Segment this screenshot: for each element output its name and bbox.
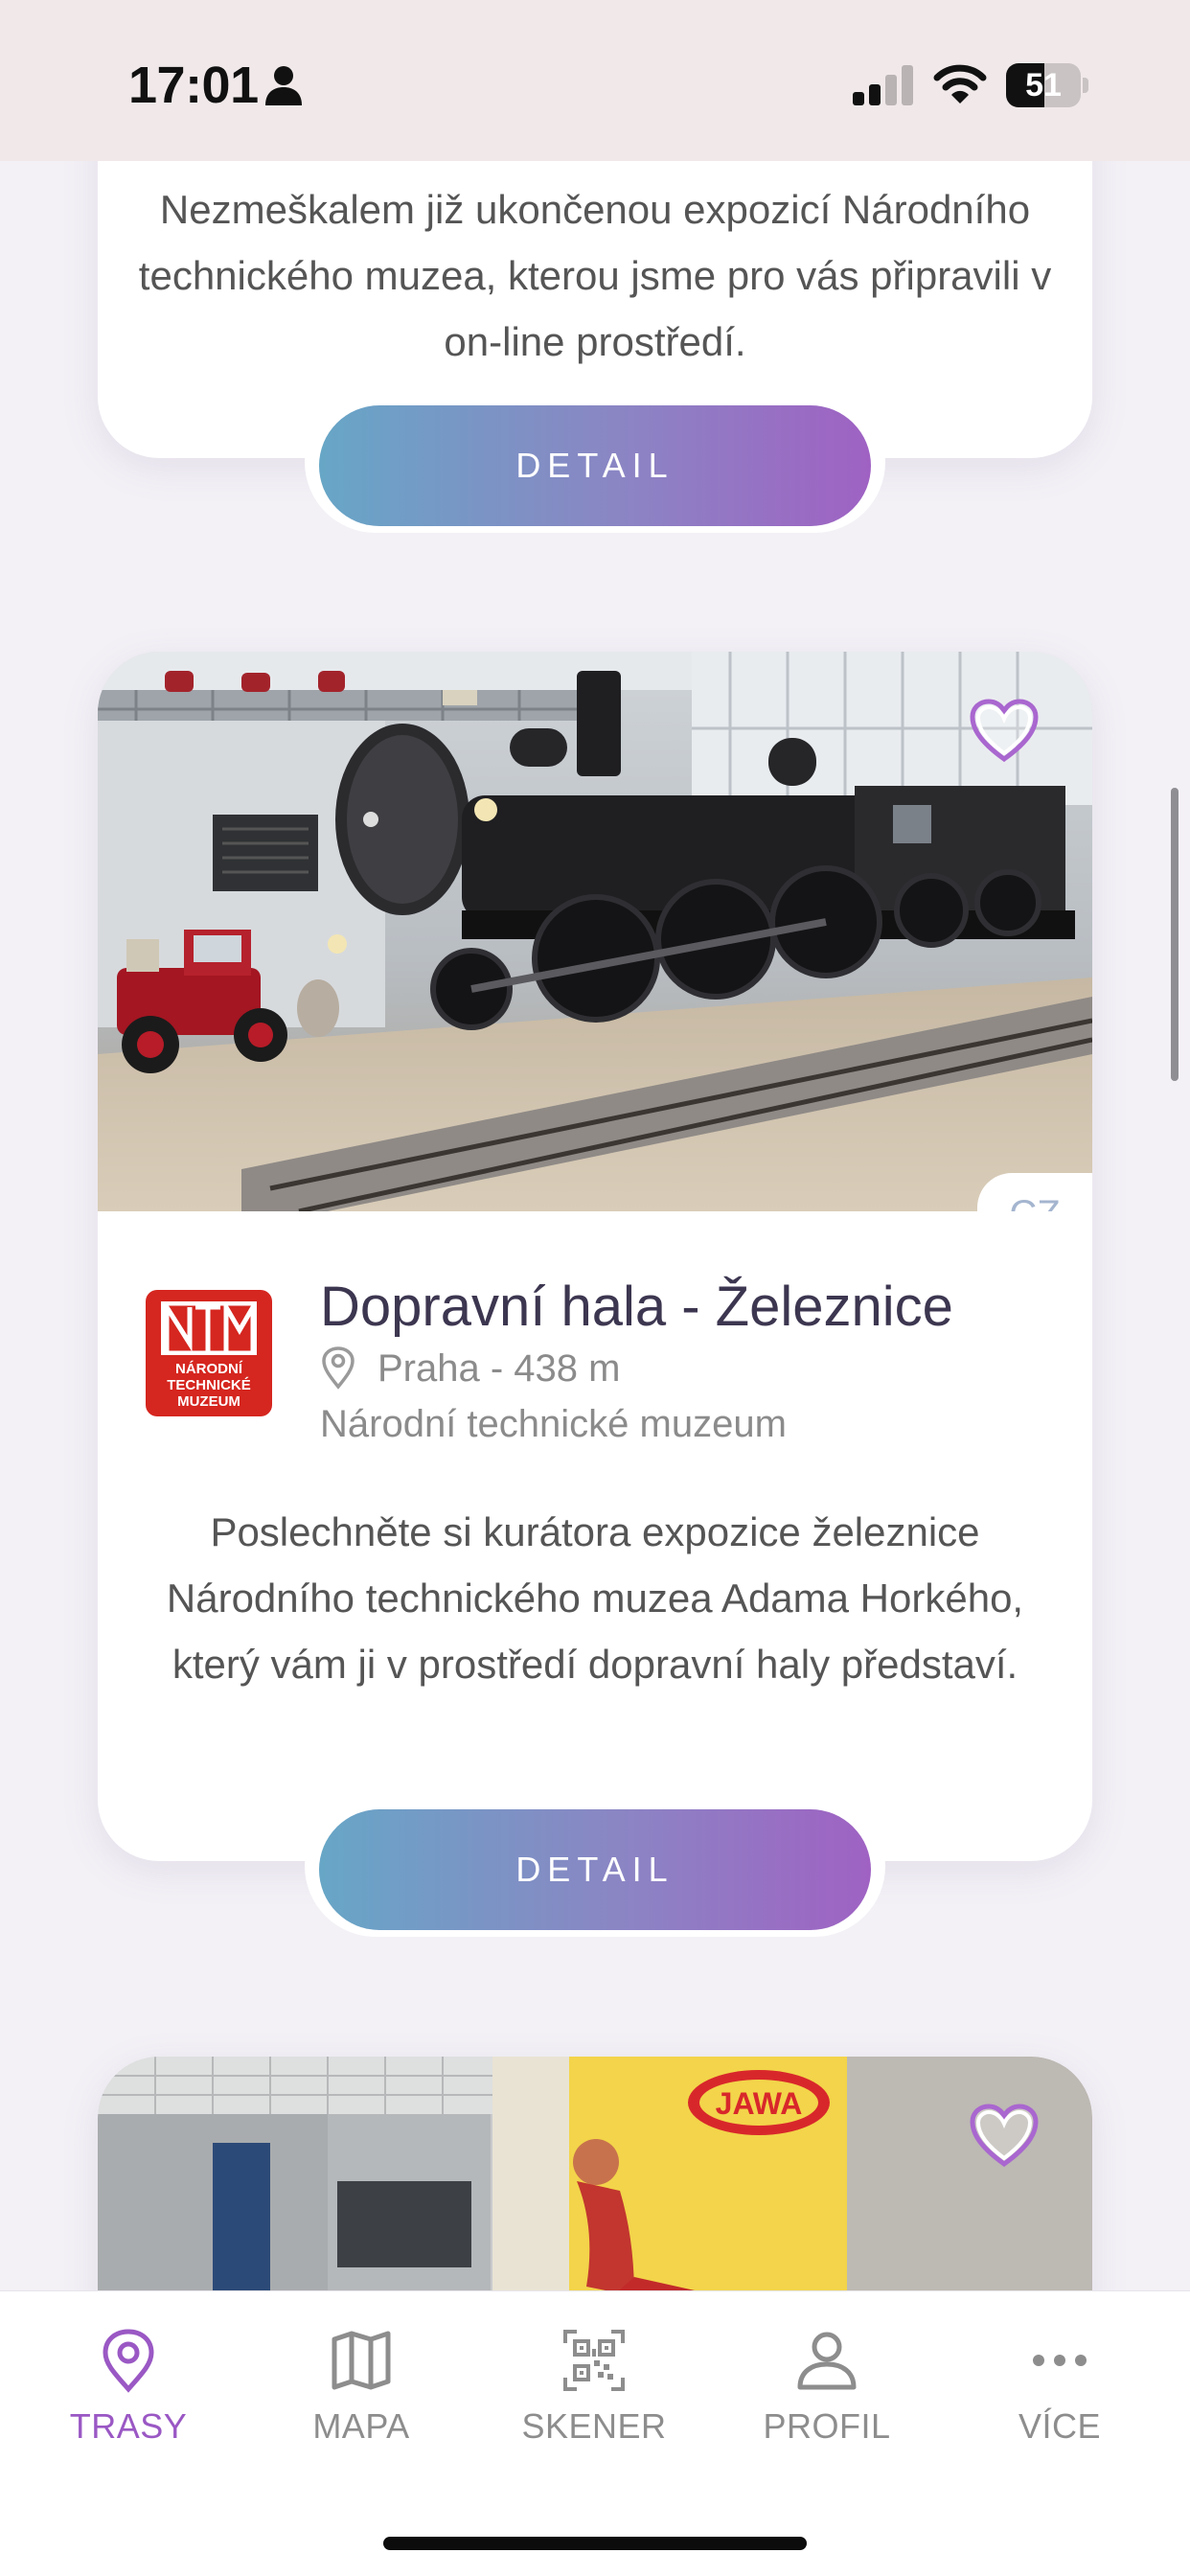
- tab-profil[interactable]: PROFIL: [721, 2326, 932, 2470]
- status-bar: 17:01 51: [0, 0, 1190, 161]
- museum-logo: NÁRODNÍ TECHNICKÉ MUZEUM: [146, 1290, 272, 1416]
- motorcycle-exhibit-photo: JAWA: [98, 2057, 1092, 2290]
- locomotive-photo: CZ: [98, 652, 1092, 1211]
- more-icon: [1033, 2355, 1087, 2366]
- route-location: Praha - 438 m: [378, 1347, 621, 1390]
- route-list[interactable]: Nezmeškalem již ukončenou expozicí Národ…: [0, 161, 1190, 2290]
- route-card: Nezmeškalem již ukončenou expozicí Národ…: [98, 161, 1092, 533]
- detail-button[interactable]: DETAIL: [319, 405, 871, 526]
- tab-label: MAPA: [312, 2406, 410, 2446]
- route-title[interactable]: Dopravní hala - Železnice: [320, 1275, 953, 1339]
- status-time: 17:01: [128, 57, 259, 114]
- scroll-indicator[interactable]: [1171, 788, 1179, 1081]
- ntm-logo-mark: [161, 1301, 257, 1355]
- map-icon: [332, 2331, 391, 2390]
- detail-button[interactable]: DETAIL: [319, 1809, 871, 1930]
- location-pin-icon: [322, 1346, 355, 1390]
- tab-label: TRASY: [69, 2406, 188, 2446]
- wifi-icon: [933, 64, 987, 104]
- language-badge: CZ: [977, 1173, 1092, 1211]
- battery-indicator: 51: [1006, 63, 1088, 107]
- map-pin-icon: [103, 2329, 154, 2393]
- museum-logo-text: NÁRODNÍ TECHNICKÉ MUZEUM: [167, 1361, 251, 1410]
- tab-label: VÍCE: [1018, 2406, 1102, 2446]
- favorite-heart-icon[interactable]: [968, 698, 1041, 765]
- qr-code-icon: [563, 2330, 625, 2391]
- tab-mapa[interactable]: MAPA: [256, 2326, 467, 2470]
- cellular-signal-icon: [853, 65, 913, 105]
- user-icon: [797, 2332, 857, 2390]
- jawa-poster-text: JAWA: [716, 2086, 803, 2121]
- route-museum: Národní technické muzeum: [320, 1403, 787, 1445]
- person-icon: [265, 66, 302, 105]
- favorite-heart-icon[interactable]: [968, 2103, 1041, 2170]
- home-indicator: [383, 2537, 807, 2550]
- route-card: JAWA: [98, 2057, 1092, 2290]
- tab-trasy[interactable]: TRASY: [23, 2326, 234, 2470]
- tab-vice[interactable]: VÍCE: [954, 2326, 1165, 2470]
- route-description: Poslechněte si kurátora expozice železni…: [166, 1509, 1024, 1687]
- tab-label: PROFIL: [763, 2406, 891, 2446]
- route-card: CZ NÁRODNÍ TECHNICKÉ MUZEUM Dopravní hal…: [98, 652, 1092, 1937]
- bottom-tab-bar: TRASY MAPA SKENER PROFIL VÍCE: [0, 2290, 1190, 2576]
- route-description: Nezmeškalem již ukončenou expozicí Národ…: [138, 187, 1052, 364]
- battery-level: 51: [1025, 67, 1062, 104]
- tab-skener[interactable]: SKENER: [489, 2326, 699, 2470]
- tab-label: SKENER: [521, 2406, 667, 2446]
